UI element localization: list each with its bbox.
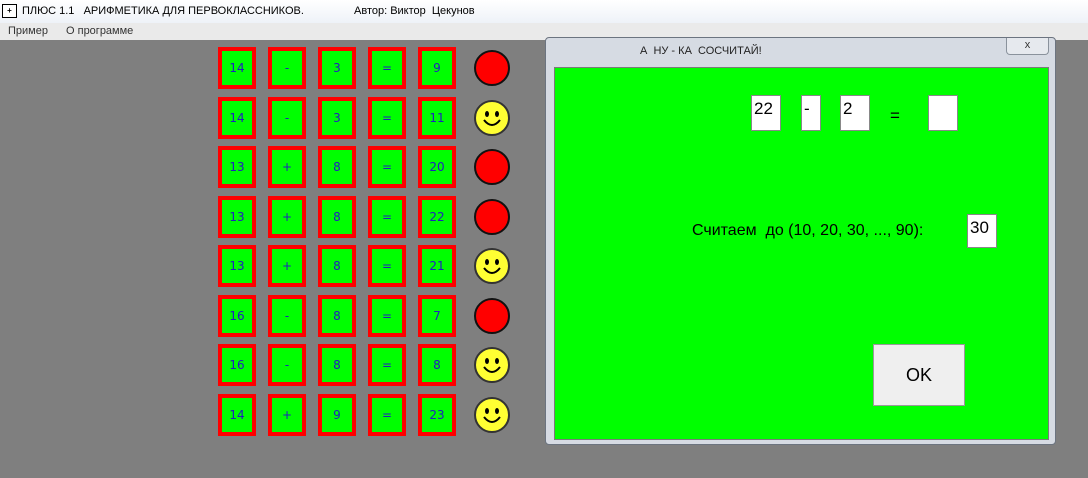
dialog-body: 22 - 2 = Считаем до (10, 20, 30, ..., 90… — [554, 67, 1049, 440]
close-icon: x — [1024, 39, 1031, 51]
history-row: 13 +8 = 20 — [218, 146, 518, 188]
operator-cell: - — [268, 47, 306, 89]
answer-cell: 20 — [418, 146, 456, 188]
answer-cell: 22 — [418, 196, 456, 238]
smiley-face-icon — [474, 248, 510, 284]
operator-cell: + — [268, 394, 306, 436]
answer-cell: 7 — [418, 295, 456, 337]
smiley-face-icon — [474, 397, 510, 433]
range-input[interactable]: 30 — [967, 214, 997, 248]
operand-a-cell: 13 — [218, 146, 256, 188]
operand-b-field: 2 — [840, 95, 870, 131]
smiley-face-icon — [474, 347, 510, 383]
red-circle-icon — [474, 149, 510, 185]
operator-cell: + — [268, 245, 306, 287]
operand-b-cell: 9 — [318, 394, 356, 436]
operand-b-cell: 3 — [318, 97, 356, 139]
history-row: 13 +8 = 21 — [218, 245, 518, 287]
operand-b-cell: 3 — [318, 47, 356, 89]
operand-b-cell: 8 — [318, 146, 356, 188]
red-circle-icon — [474, 298, 510, 334]
operand-a-cell: 13 — [218, 196, 256, 238]
equals-sign: = — [890, 106, 900, 125]
operand-a-cell: 16 — [218, 295, 256, 337]
answer-cell: 21 — [418, 245, 456, 287]
equals-cell: = — [368, 245, 406, 287]
equals-cell: = — [368, 97, 406, 139]
menu-item-primer[interactable]: Пример — [8, 25, 48, 37]
answer-cell: 8 — [418, 344, 456, 386]
equals-cell: = — [368, 344, 406, 386]
menu-item-about[interactable]: О программе — [66, 25, 133, 37]
equals-cell: = — [368, 146, 406, 188]
ok-button[interactable]: OK — [873, 344, 965, 406]
operand-a-cell: 13 — [218, 245, 256, 287]
operator-cell: - — [268, 295, 306, 337]
operand-b-cell: 8 — [318, 295, 356, 337]
operand-a-field: 22 — [751, 95, 781, 131]
operand-b-cell: 8 — [318, 245, 356, 287]
operand-a-cell: 14 — [218, 47, 256, 89]
smiley-face-icon — [474, 100, 510, 136]
operand-a-cell: 14 — [218, 97, 256, 139]
history-row: 16-8 = 7 — [218, 295, 518, 337]
equals-cell: = — [368, 196, 406, 238]
operator-field: - — [801, 95, 821, 131]
history-row: 14-3 = 11 — [218, 97, 518, 139]
close-button[interactable]: x — [1006, 38, 1049, 55]
operand-b-cell: 8 — [318, 196, 356, 238]
equals-cell: = — [368, 295, 406, 337]
equals-cell: = — [368, 394, 406, 436]
operand-b-cell: 8 — [318, 344, 356, 386]
operand-a-cell: 14 — [218, 394, 256, 436]
answer-cell: 23 — [418, 394, 456, 436]
range-label: Считаем до (10, 20, 30, ..., 90): — [692, 222, 924, 239]
window-author: Автор: Виктор Цекунов — [354, 5, 475, 17]
history-row: 14-3 = 9 — [218, 47, 518, 89]
operator-cell: + — [268, 196, 306, 238]
window-titlebar: + ПЛЮС 1.1 АРИФМЕТИКА ДЛЯ ПЕРВОКЛАССНИКО… — [0, 0, 1088, 23]
red-circle-icon — [474, 50, 510, 86]
history-row: 16-8 = 8 — [218, 344, 518, 386]
operand-a-cell: 16 — [218, 344, 256, 386]
app-icon[interactable]: + — [2, 4, 17, 18]
answer-input[interactable] — [928, 95, 958, 131]
window-title: ПЛЮС 1.1 АРИФМЕТИКА ДЛЯ ПЕРВОКЛАССНИКОВ. — [22, 5, 304, 17]
answer-cell: 9 — [418, 47, 456, 89]
equals-cell: = — [368, 47, 406, 89]
red-circle-icon — [474, 199, 510, 235]
operator-cell: + — [268, 146, 306, 188]
history-row: 14 +9 = 23 — [218, 394, 518, 436]
answer-cell: 11 — [418, 97, 456, 139]
operator-cell: - — [268, 344, 306, 386]
operator-cell: - — [268, 97, 306, 139]
history-row: 13 +8 = 22 — [218, 196, 518, 238]
dialog-title: А НУ - КА СОСЧИТАЙ! — [640, 45, 762, 57]
math-dialog: А НУ - КА СОСЧИТАЙ! x 22 - 2 = Считаем д… — [545, 37, 1056, 445]
